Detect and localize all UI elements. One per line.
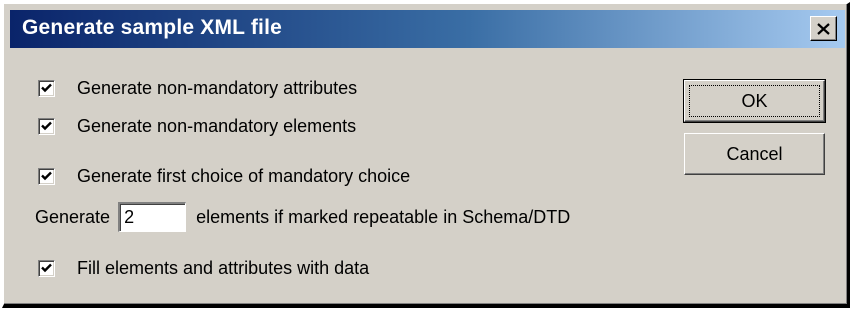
repeat-prefix-label: Generate (35, 206, 111, 227)
option-label: Generate first choice of mandatory choic… (77, 165, 411, 186)
close-icon (817, 22, 830, 35)
close-button[interactable] (810, 16, 837, 41)
cancel-button[interactable]: Cancel (684, 133, 825, 175)
option-label: Generate non-mandatory elements (77, 115, 357, 136)
checkmark-icon (41, 263, 52, 273)
checkbox-non-mandatory-attributes[interactable] (38, 79, 55, 97)
option-non-mandatory-attributes[interactable]: Generate non-mandatory attributes (38, 76, 357, 100)
checkmark-icon (41, 83, 52, 93)
ok-button[interactable]: OK (683, 79, 826, 123)
checkbox-first-choice[interactable] (38, 167, 55, 185)
cancel-button-label: Cancel (726, 143, 783, 164)
dialog-title: Generate sample XML file (22, 16, 283, 39)
option-non-mandatory-elements[interactable]: Generate non-mandatory elements (38, 114, 356, 138)
title-bar[interactable]: Generate sample XML file (10, 10, 845, 48)
option-first-choice[interactable]: Generate first choice of mandatory choic… (38, 164, 410, 188)
option-label: Fill elements and attributes with data (77, 257, 370, 278)
checkmark-icon (41, 121, 52, 131)
repeat-count-row: Generate elements if marked repeatable i… (35, 202, 570, 232)
checkbox-fill-with-data[interactable] (38, 259, 55, 277)
checkbox-non-mandatory-elements[interactable] (38, 117, 55, 135)
option-label: Generate non-mandatory attributes (77, 77, 358, 98)
repeat-suffix-label: elements if marked repeatable in Schema/… (196, 206, 571, 227)
repeat-count-input[interactable] (118, 202, 187, 232)
option-fill-with-data[interactable]: Fill elements and attributes with data (38, 256, 369, 280)
ok-button-label: OK (741, 90, 768, 111)
checkmark-icon (41, 171, 52, 181)
